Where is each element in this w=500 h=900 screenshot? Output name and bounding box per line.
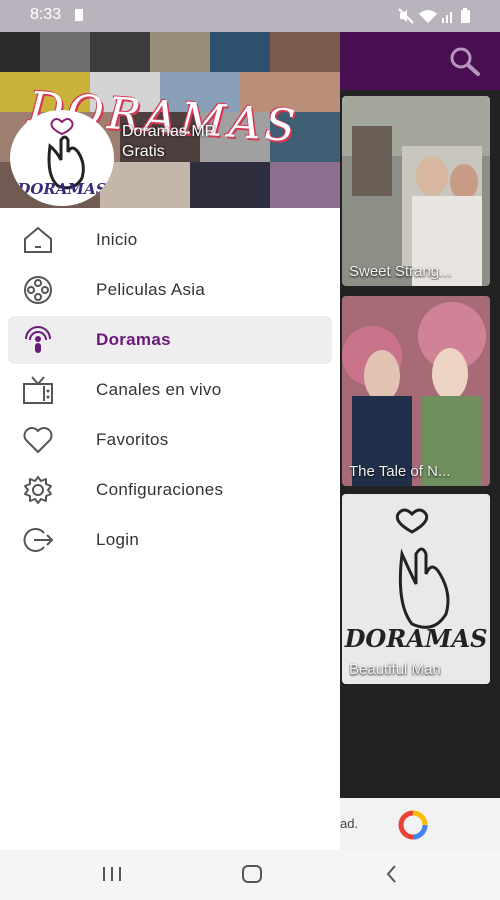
menu-item-label: Doramas [96,330,171,349]
card-logo-text: DORAMAS [344,624,488,653]
login-icon [23,528,54,552]
menu-item-doramas[interactable]: Doramas [8,316,332,364]
gear-icon [24,476,52,504]
poster-image [342,296,490,486]
heart-icon [23,427,53,453]
dorama-card[interactable]: DORAMAS Beautiful Man [342,494,490,684]
home-button-icon[interactable] [240,862,264,886]
drawer-header: DORAMAS DORAMAS Doramas MP Gratis [0,32,340,208]
menu-item-favoritos[interactable]: Favoritos [8,416,332,464]
app-logo-text: DORAMAS [17,180,107,198]
sim-icon [75,9,83,21]
menu-item-label: Configuraciones [96,480,224,499]
navigation-drawer: DORAMAS DORAMAS Doramas MP Gratis Inicio [0,32,340,850]
poster-image [342,96,490,286]
system-nav-bar [0,850,500,900]
battery-icon [461,8,470,23]
app-brand: Doramas MP Gratis [122,122,215,162]
menu-item-label: Peliculas Asia [96,280,206,299]
menu-item-configuraciones[interactable]: Configuraciones [8,466,332,514]
ad-logo-icon [398,810,428,840]
menu-item-canales-en-vivo[interactable]: Canales en vivo [8,366,332,414]
status-bar: 8:33 [0,0,500,32]
menu-item-login[interactable]: Login [8,516,332,564]
menu-item-inicio[interactable]: Inicio [8,216,332,264]
wifi-icon [419,10,437,23]
menu-item-label: Inicio [96,230,138,249]
ad-text: ad. [340,816,359,831]
tv-icon [23,376,53,404]
search-icon[interactable] [448,46,482,76]
menu-item-label: Canales en vivo [96,380,222,399]
back-icon[interactable] [380,862,404,886]
menu-item-label: Login [96,530,140,549]
signal-icon [442,12,452,23]
mute-icon [398,8,414,24]
brand-line-2: Gratis [122,143,165,160]
card-title: Beautiful Man [349,661,441,678]
dorama-card[interactable]: Sweet Strang... [342,96,490,286]
brand-line-1: Doramas MP [122,123,216,140]
home-icon [24,226,52,253]
film-reel-icon [24,276,52,304]
card-title: Sweet Strang... [349,263,452,280]
app-logo: DORAMAS [10,110,114,206]
recents-icon[interactable] [100,862,124,886]
menu-item-peliculas-asia[interactable]: Peliculas Asia [8,266,332,314]
card-title: The Tale of N... [349,463,451,480]
app-bar [340,32,500,90]
menu-item-label: Favoritos [96,430,169,449]
ad-banner[interactable]: ad. [340,798,500,850]
dorama-card[interactable]: The Tale of N... [342,296,490,486]
status-time: 8:33 [30,6,62,23]
podcast-icon [25,326,51,353]
doramas-logo-icon [342,494,490,684]
